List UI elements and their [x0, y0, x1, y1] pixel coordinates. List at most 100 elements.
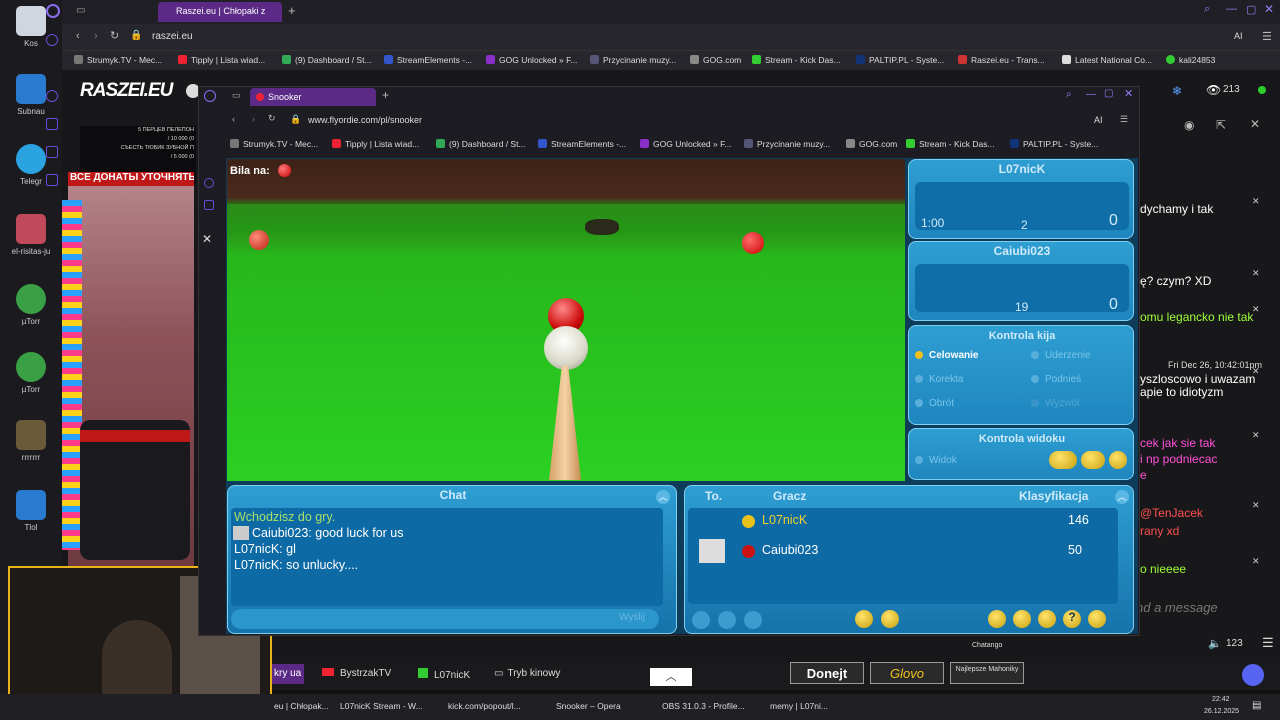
- ai-button[interactable]: AI: [1234, 31, 1243, 41]
- player-row-name[interactable]: L07nicK: [762, 513, 807, 527]
- settings-gear-button[interactable]: [855, 610, 873, 628]
- game-action-button-1[interactable]: [988, 610, 1006, 628]
- bookmark-5[interactable]: Przycinanie muzy...: [590, 55, 676, 65]
- taskbar-item[interactable]: eu | Chłopak...: [274, 701, 329, 711]
- taskbar-item[interactable]: memy | L07ni...: [770, 701, 828, 711]
- game-button-3[interactable]: [744, 611, 762, 629]
- inner-back-icon[interactable]: ‹: [232, 114, 235, 124]
- sidebar-messenger-icon[interactable]: [46, 34, 58, 46]
- menu-icon[interactable]: ☰: [1262, 30, 1272, 43]
- game-action-button-2[interactable]: [1013, 610, 1031, 628]
- mahoniky-button[interactable]: Najlepsze Mahoniky: [950, 662, 1024, 684]
- bookmark-1[interactable]: Tipply | Lista wiad...: [178, 55, 265, 65]
- option-rotate[interactable]: Obrót: [915, 398, 954, 409]
- close-chat-icon[interactable]: ✕: [1250, 117, 1260, 131]
- taskbar-item[interactable]: Snooker – Opera: [556, 701, 621, 711]
- inner-bookmark-7[interactable]: Stream - Kick Das...: [906, 139, 995, 149]
- bookmark-8[interactable]: PALTIP.PL - Syste...: [856, 55, 944, 65]
- bookmark-3[interactable]: StreamElements -...: [384, 55, 472, 65]
- nav-tab-l07nick[interactable]: L07nicK: [418, 668, 470, 681]
- inner-maximize-icon[interactable]: ▢: [1104, 88, 1113, 99]
- bookmark-4[interactable]: GOG Unlocked » F...: [486, 55, 577, 65]
- exit-button[interactable]: [1088, 610, 1106, 628]
- chat-send-button[interactable]: Wyślij: [619, 612, 645, 623]
- option-view[interactable]: Widok: [915, 455, 957, 466]
- chat-message-close-icon[interactable]: ✕: [1252, 366, 1260, 377]
- option-raise[interactable]: Podnieś: [1031, 374, 1081, 385]
- inner-ai-button[interactable]: AI: [1094, 115, 1103, 125]
- inner-new-tab-button[interactable]: +: [382, 88, 389, 102]
- desktop-icon-utorrent-2[interactable]: µTorr: [8, 352, 54, 394]
- chat-message-close-icon[interactable]: ✕: [1252, 556, 1260, 567]
- sidebar-downloads-icon[interactable]: [46, 174, 58, 186]
- inner-bookmark-1[interactable]: Tipply | Lista wiad...: [332, 139, 419, 149]
- bookmark-7[interactable]: Stream - Kick Das...: [752, 55, 841, 65]
- inner-url-field[interactable]: www.flyordie.com/pl/snooker: [308, 115, 422, 125]
- chat-input[interactable]: nd a message: [1136, 600, 1218, 615]
- game-chat-input[interactable]: Wyślij: [231, 609, 659, 629]
- sidebar-wallet-icon[interactable]: [46, 118, 58, 130]
- nav-tab-bystrzak[interactable]: BystrzakTV: [322, 668, 391, 679]
- outer-url-field[interactable]: raszei.eu: [152, 31, 193, 42]
- help-button[interactable]: ?: [1063, 610, 1081, 628]
- chat-menu-icon[interactable]: ☰: [1262, 635, 1274, 651]
- inner-reload-icon[interactable]: ↻: [268, 113, 276, 124]
- channel-logo[interactable]: RASZEI.EU: [80, 80, 173, 102]
- view-move-button[interactable]: [1049, 451, 1077, 469]
- bookmark-11[interactable]: kali24853: [1166, 55, 1215, 65]
- bookmark-9[interactable]: Raszei.eu - Trans...: [958, 55, 1045, 65]
- reload-icon[interactable]: ↻: [110, 29, 119, 42]
- taskbar-item[interactable]: kick.com/popout/l...: [448, 701, 521, 711]
- workspaces-icon[interactable]: ▭: [76, 5, 85, 16]
- inner-bookmark-5[interactable]: Przycinanie muzy...: [744, 139, 830, 149]
- inner-bookmark-4[interactable]: GOG Unlocked » F...: [640, 139, 731, 149]
- inner-tab-snooker[interactable]: Snooker: [250, 88, 376, 106]
- nav-tab-cinema[interactable]: ▭ Tryb kinowy: [494, 668, 560, 679]
- inner-minimize-icon[interactable]: —: [1086, 89, 1096, 100]
- scroll-up-button[interactable]: ︿: [650, 668, 692, 686]
- inner-search-icon[interactable]: ⌕: [1066, 89, 1072, 100]
- inner-sidebar-icon-1[interactable]: [204, 178, 214, 188]
- inner-bookmark-3[interactable]: StreamElements -...: [538, 139, 626, 149]
- game-button-1[interactable]: [692, 611, 710, 629]
- inner-menu-icon[interactable]: ☰: [1120, 114, 1128, 125]
- desktop-icon-tlol[interactable]: Tlol: [8, 490, 54, 532]
- forward-icon[interactable]: ›: [94, 30, 98, 42]
- close-window-icon[interactable]: ✕: [1264, 2, 1274, 16]
- glovo-button[interactable]: Glovo: [870, 662, 944, 684]
- inner-close-icon[interactable]: ✕: [1124, 87, 1133, 100]
- donate-button[interactable]: Donejt: [790, 662, 864, 684]
- inner-sidebar-icon-2[interactable]: [204, 200, 214, 210]
- option-correction[interactable]: Korekta: [915, 374, 963, 385]
- search-tabs-icon[interactable]: ⌕: [1204, 3, 1210, 16]
- view-reset-button[interactable]: [1109, 451, 1127, 469]
- new-tab-button[interactable]: +: [288, 3, 296, 18]
- back-icon[interactable]: ‹: [76, 30, 80, 42]
- option-strike[interactable]: Uderzenie: [1031, 350, 1091, 361]
- bookmark-10[interactable]: Latest National Co...: [1062, 55, 1152, 65]
- chat-message-close-icon[interactable]: ✕: [1252, 196, 1260, 207]
- popout-icon[interactable]: ⇱: [1216, 118, 1226, 132]
- volume-icon[interactable]: 🔈: [1208, 637, 1222, 650]
- opera-logo-icon[interactable]: [46, 4, 60, 18]
- chat-message-close-icon[interactable]: ✕: [1252, 268, 1260, 279]
- inner-workspaces-icon[interactable]: ▭: [232, 90, 241, 101]
- chat-message-close-icon[interactable]: ✕: [1252, 430, 1260, 441]
- nav-tab-ua[interactable]: kry ua: [272, 664, 304, 684]
- chat-message-close-icon[interactable]: ✕: [1252, 500, 1260, 511]
- player-row-name[interactable]: Caiubi023: [762, 543, 818, 557]
- inner-bookmark-8[interactable]: PALTIP.PL - Syste...: [1010, 139, 1098, 149]
- sound-button[interactable]: [881, 610, 899, 628]
- taskbar-item[interactable]: OBS 31.0.3 - Profile...: [662, 701, 745, 711]
- discord-icon[interactable]: ◉: [1184, 118, 1194, 132]
- inner-forward-icon[interactable]: ›: [252, 114, 255, 124]
- chat-collapse-icon[interactable]: ︿: [656, 490, 670, 504]
- maximize-icon[interactable]: ▢: [1246, 3, 1256, 16]
- game-button-2[interactable]: [718, 611, 736, 629]
- bookmark-0[interactable]: Strumyk.TV - Mec...: [74, 55, 162, 65]
- taskbar-item[interactable]: L07nicK Stream - W...: [340, 701, 423, 711]
- sidebar-history-icon[interactable]: [46, 146, 58, 158]
- inner-bookmark-0[interactable]: Strumyk.TV - Mec...: [230, 139, 318, 149]
- outer-tab-raszei[interactable]: Raszei.eu | Chłopaki z: [158, 2, 282, 22]
- game-action-button-3[interactable]: [1038, 610, 1056, 628]
